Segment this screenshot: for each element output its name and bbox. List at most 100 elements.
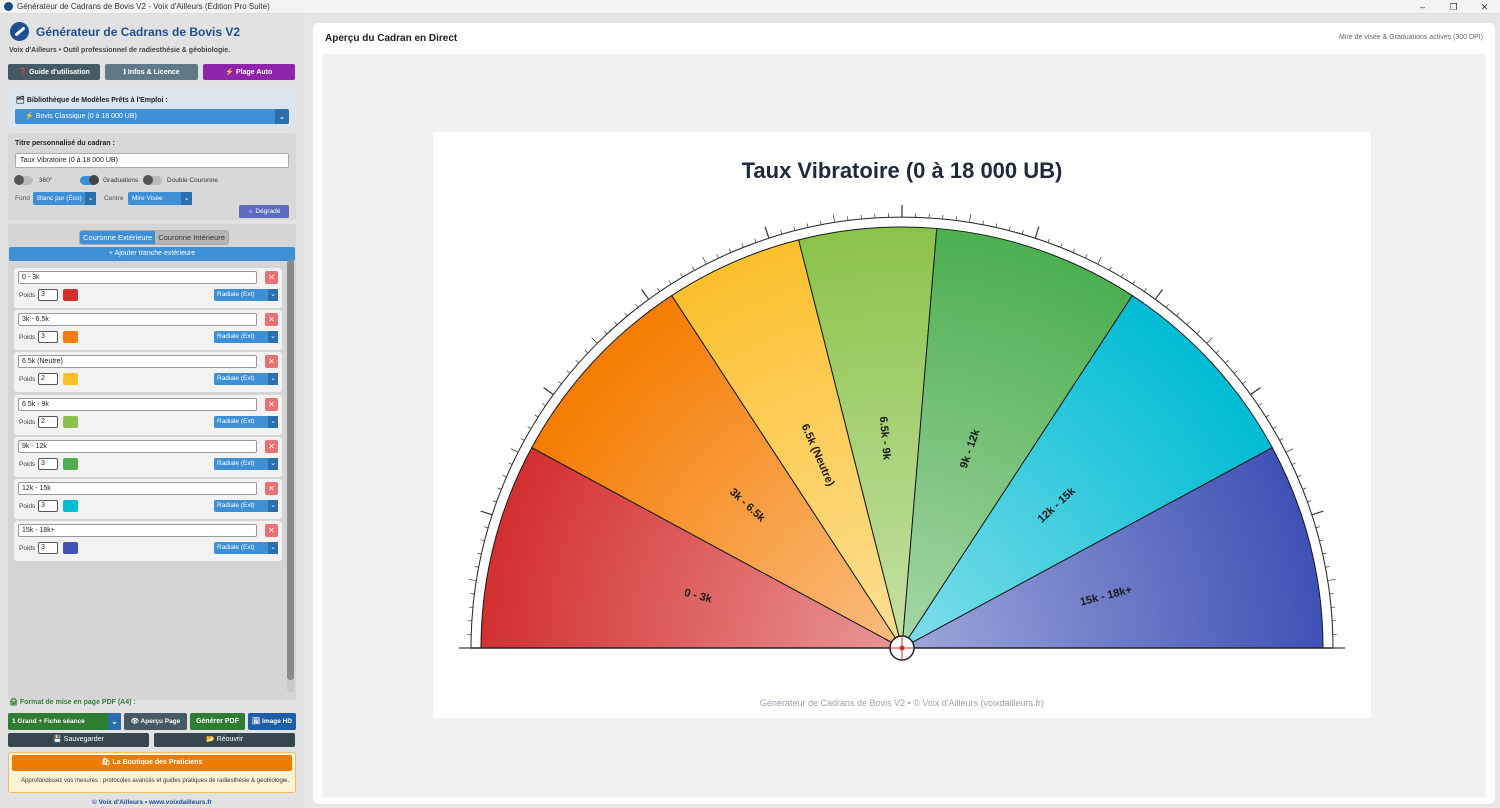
weight-input[interactable]: 2 — [38, 373, 58, 386]
tab-outer-crown[interactable]: Couronne Extérieure — [80, 231, 156, 244]
app-title: Générateur de Cadrans de Bovis V2 — [36, 24, 241, 39]
weight-input[interactable]: 3 — [38, 289, 58, 301]
dial-tick — [1302, 487, 1307, 490]
dial-tick — [1265, 414, 1270, 418]
dial-tick — [1085, 254, 1088, 259]
dial-tick — [497, 487, 502, 490]
dial-tick — [492, 500, 497, 503]
window-title: Générateur de Cadrans de Bovis V2 - Voix… — [17, 2, 270, 11]
dial-tick — [1097, 256, 1102, 265]
guide-button[interactable]: ❓ Guide d'utilisation — [8, 64, 101, 80]
center-select[interactable]: Mire Visée ⌄ — [128, 192, 192, 205]
dial-tick — [635, 304, 639, 308]
dial-tick — [1143, 288, 1147, 292]
dial-tick — [591, 337, 598, 344]
slice-mode-select[interactable]: Radiale (Ext) ⌄ — [214, 542, 278, 555]
auto-range-button[interactable]: ⚡ Plage Auto — [202, 64, 295, 80]
custom-title-input[interactable]: Taux Vibratoire (0 à 18 000 UB) — [15, 153, 289, 168]
maximize-button[interactable]: ❐ — [1438, 0, 1469, 14]
close-window-button[interactable]: ✕ — [1469, 0, 1500, 14]
file-actions: 💾 Sauvegarder 📂 Réouvrir — [8, 733, 296, 747]
slice-name-input[interactable]: 0 - 3k — [18, 271, 257, 284]
dial-tick — [527, 426, 532, 429]
dial-tick — [566, 370, 571, 374]
sidebar-footer[interactable]: © Voix d'Ailleurs • www.voixdailleurs.fr — [0, 799, 304, 806]
delete-slice-icon[interactable]: ✕ — [265, 355, 278, 369]
dial-tick — [558, 381, 562, 385]
weight-input[interactable]: 2 — [38, 415, 58, 428]
slice-name-input[interactable]: 9k - 12k — [18, 439, 257, 453]
page-preview-button[interactable]: 👁 Aperçu Page — [124, 713, 187, 730]
slice-color-swatch[interactable] — [63, 373, 78, 386]
dial-settings-card: Titre personnalisé du cadran : Taux Vibr… — [8, 133, 296, 220]
slice-name-input[interactable]: 3k - 6.5k — [18, 313, 257, 327]
weight-label: Poids — [19, 460, 36, 468]
generate-pdf-button[interactable]: Générer PDF — [190, 713, 245, 730]
tab-inner-crown[interactable]: Couronne Intérieure — [155, 231, 228, 244]
slice-mode-select[interactable]: Radiale (Ext) ⌄ — [214, 415, 278, 428]
slice-color-swatch[interactable] — [63, 499, 78, 512]
dial-tick — [657, 288, 661, 292]
dial-tick — [780, 230, 783, 235]
dial-tick — [477, 552, 482, 555]
toggle-double-crown[interactable] — [143, 175, 162, 185]
weight-label: Poids — [19, 418, 36, 426]
minimize-button[interactable]: – — [1407, 0, 1438, 14]
dial-tick — [542, 403, 546, 407]
dial-tick — [1291, 462, 1296, 465]
weight-input[interactable]: 3 — [38, 331, 58, 344]
delete-slice-icon[interactable]: ✕ — [265, 271, 278, 284]
slice-color-swatch[interactable] — [63, 289, 78, 301]
delete-slice-icon[interactable]: ✕ — [265, 313, 278, 327]
weight-label: Poids — [19, 502, 36, 510]
dial-tick — [1154, 289, 1163, 300]
toggle-graduations[interactable] — [80, 175, 99, 185]
dial-tick — [614, 321, 618, 325]
slice-mode-select[interactable]: Radiale (Ext) ⌄ — [214, 373, 278, 386]
save-button[interactable]: 💾 Sauvegarder — [8, 733, 149, 747]
slice-color-swatch[interactable] — [63, 542, 78, 555]
slice-color-swatch[interactable] — [63, 331, 78, 344]
dial-tick — [1233, 370, 1238, 374]
slice-name-input[interactable]: 6.5k - 9k — [18, 397, 257, 411]
weight-input[interactable]: 3 — [38, 499, 58, 512]
background-select[interactable]: Blanc pur (Éco) ⌄ — [33, 192, 96, 205]
hd-image-button[interactable]: 🖼 Image HD — [248, 713, 296, 730]
slice-mode-select[interactable]: Radiale (Ext) ⌄ — [214, 457, 278, 470]
slice-row: 0 - 3k ✕ Poids 3 Radiale (Ext) ⌄ — [14, 268, 282, 308]
delete-slice-icon[interactable]: ✕ — [265, 439, 278, 453]
slice-mode-select[interactable]: Radiale (Ext) ⌄ — [214, 289, 278, 301]
slice-name-input[interactable]: 6.5k (Neutre) — [18, 355, 257, 369]
delete-slice-icon[interactable]: ✕ — [265, 481, 278, 495]
shop-button[interactable]: 🛍 La Boutique des Praticiens — [12, 755, 292, 771]
slice-name-input[interactable]: 12k - 15k — [18, 481, 257, 495]
dial-footer: Générateur de Cadrans de Bovis V2 • © Vo… — [760, 698, 1044, 708]
dial-tick — [668, 280, 672, 285]
dial-tick — [484, 526, 489, 529]
background-select-value: Blanc pur (Éco) — [37, 195, 82, 202]
slice-name-input[interactable]: 15k - 18k+ — [18, 524, 257, 538]
toggle-360[interactable] — [14, 175, 33, 185]
center-label: Centre — [104, 195, 124, 202]
weight-input[interactable]: 3 — [38, 457, 58, 470]
reopen-button[interactable]: 📂 Réouvrir — [154, 733, 295, 747]
info-license-button[interactable]: ℹ Infos & Licence — [105, 64, 198, 80]
slice-color-swatch[interactable] — [63, 457, 78, 470]
delete-slice-icon[interactable]: ✕ — [265, 397, 278, 411]
center-select-value: Mire Visée — [132, 195, 163, 202]
slice-color-swatch[interactable] — [63, 415, 78, 428]
pdf-format-select[interactable]: 1 Grand + Fiche séance ⌄ — [8, 713, 121, 730]
pendulum-logo-icon — [10, 22, 29, 41]
toggle-graduations-label: Graduations — [103, 177, 139, 184]
weight-input[interactable]: 3 — [38, 542, 58, 555]
gradient-button[interactable]: ☼ Dégradé — [239, 205, 289, 218]
delete-slice-icon[interactable]: ✕ — [265, 524, 278, 538]
slice-row: 6.5k (Neutre) ✕ Poids 2 Radiale (Ext) ⌄ — [14, 352, 282, 393]
dial-tick — [468, 578, 477, 581]
slice-mode-select[interactable]: Radiale (Ext) ⌄ — [214, 499, 278, 512]
slice-mode-select[interactable]: Radiale (Ext) ⌄ — [214, 331, 278, 344]
dial-tick — [1047, 238, 1050, 243]
template-select[interactable]: ⚡ Bovis Classique (0 à 18 000 UB) ⌄ — [15, 109, 289, 124]
scrollbar-thumb[interactable] — [287, 260, 294, 680]
add-outer-slice-button[interactable]: + Ajouter tranche extérieure — [9, 247, 295, 261]
